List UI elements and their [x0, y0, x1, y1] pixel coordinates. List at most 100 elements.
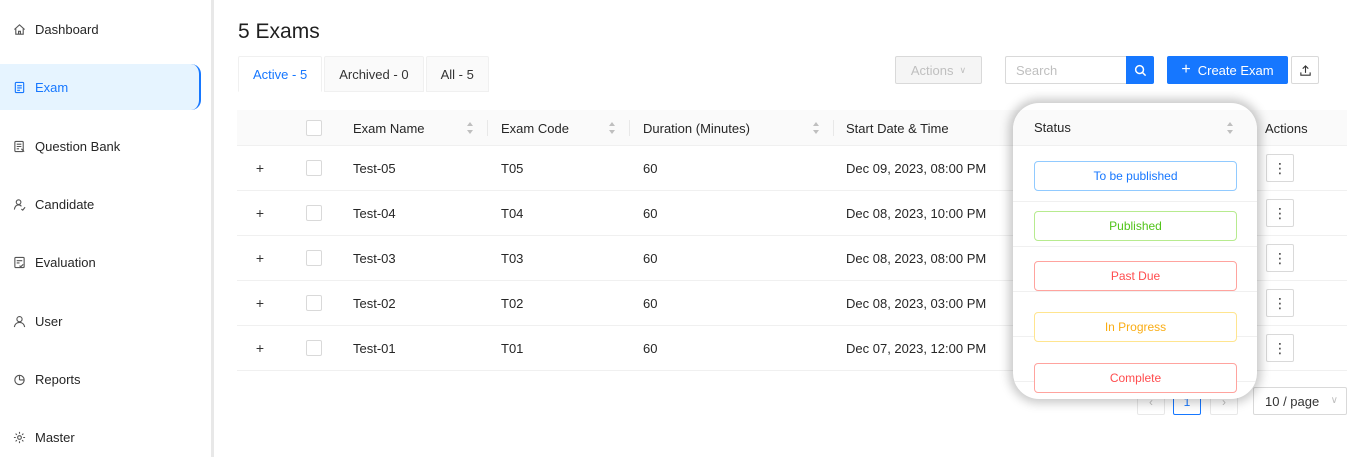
row-divider: [1013, 291, 1257, 292]
column-exam-code[interactable]: Exam Code: [501, 110, 569, 146]
start-date-cell: Dec 08, 2023, 03:00 PM: [846, 296, 987, 311]
sidebar-item-label: Reports: [35, 371, 81, 387]
column-duration[interactable]: Duration (Minutes): [643, 110, 750, 146]
expand-row-icon[interactable]: +: [253, 160, 267, 176]
row-checkbox[interactable]: [306, 205, 322, 221]
duration-cell: 60: [643, 251, 658, 266]
page-title: 5 Exams: [238, 20, 320, 43]
duration-cell: 60: [643, 296, 658, 311]
status-badge-in-progress: In Progress: [1034, 312, 1237, 342]
user-icon: [12, 314, 26, 328]
start-date-cell: Dec 09, 2023, 08:00 PM: [846, 161, 987, 176]
status-badge-past-due: Past Due: [1034, 261, 1237, 291]
column-start-date[interactable]: Start Date & Time: [846, 110, 949, 146]
row-more-button[interactable]: ⋮: [1266, 154, 1294, 182]
search-input[interactable]: [1005, 56, 1126, 84]
question-bank-icon: [12, 139, 26, 153]
page-size-select[interactable]: 10 / page ∨: [1253, 387, 1347, 415]
column-actions: Actions: [1265, 120, 1308, 136]
row-more-button[interactable]: ⋮: [1266, 289, 1294, 317]
sidebar-item-label: Evaluation: [35, 254, 96, 270]
sidebar-item-question-bank[interactable]: Question Bank: [0, 123, 201, 169]
column-divider: [833, 120, 834, 136]
sidebar-item-label: User: [35, 313, 63, 329]
tab-archived[interactable]: Archived - 0: [324, 56, 424, 92]
duration-cell: 60: [643, 341, 658, 356]
tab-bar: Active - 5 Archived - 0 All - 5: [238, 56, 491, 92]
sidebar-item-label: Dashboard: [35, 21, 99, 37]
row-more-button[interactable]: ⋮: [1266, 199, 1294, 227]
chevron-down-icon: ∨: [959, 64, 967, 75]
duration-cell: 60: [643, 161, 658, 176]
candidate-icon: [12, 197, 26, 211]
row-checkbox[interactable]: [306, 340, 322, 356]
sidebar-item-user[interactable]: User: [0, 298, 201, 344]
search-icon: [1134, 64, 1146, 76]
column-divider: [487, 120, 488, 136]
sort-icon[interactable]: [466, 122, 474, 134]
exam-name-cell: Test-04: [353, 206, 396, 221]
sidebar-item-label: Question Bank: [35, 138, 121, 154]
search-box: [1005, 56, 1154, 84]
column-divider: [629, 120, 630, 136]
exam-name-cell: Test-03: [353, 251, 396, 266]
sidebar-item-exam[interactable]: Exam: [0, 64, 201, 110]
sidebar-item-label: Master: [35, 429, 75, 445]
sidebar-item-label: Candidate: [35, 196, 95, 212]
exam-code-cell: T01: [501, 341, 524, 356]
plus-icon: +: [1181, 61, 1191, 78]
status-badge-published: Published: [1034, 211, 1237, 241]
search-button[interactable]: [1126, 56, 1154, 84]
sidebar: Dashboard Exam Question Bank Candidate E…: [0, 0, 214, 457]
expand-row-icon[interactable]: +: [253, 295, 267, 311]
row-divider: [1013, 246, 1257, 247]
sidebar-item-dashboard[interactable]: Dashboard: [0, 6, 201, 52]
column-exam-name[interactable]: Exam Name: [353, 110, 425, 146]
expand-row-icon[interactable]: +: [253, 250, 267, 266]
pie-chart-icon: [12, 372, 26, 386]
status-column-header[interactable]: Status: [1013, 110, 1257, 146]
row-checkbox[interactable]: [306, 295, 322, 311]
tab-all[interactable]: All - 5: [425, 56, 489, 92]
exam-code-cell: T02: [501, 296, 524, 311]
expand-row-icon[interactable]: +: [253, 340, 267, 356]
page-size-value: 10 / page: [1265, 393, 1320, 409]
exam-name-cell: Test-02: [353, 296, 396, 311]
exam-code-cell: T04: [501, 206, 524, 221]
duration-cell: 60: [643, 206, 658, 221]
sidebar-item-label: Exam: [35, 79, 69, 95]
sort-icon[interactable]: [812, 122, 820, 134]
start-date-cell: Dec 08, 2023, 08:00 PM: [846, 251, 987, 266]
exam-name-cell: Test-01: [353, 341, 396, 356]
chevron-down-icon: ∨: [1330, 395, 1338, 406]
start-date-cell: Dec 08, 2023, 10:00 PM: [846, 206, 987, 221]
row-checkbox[interactable]: [306, 160, 322, 176]
gear-icon: [12, 430, 26, 444]
status-badge-complete: Complete: [1034, 363, 1237, 393]
exam-code-cell: T03: [501, 251, 524, 266]
upload-icon: [1299, 64, 1311, 76]
evaluation-icon: [12, 255, 26, 269]
export-button[interactable]: [1291, 56, 1319, 84]
sidebar-item-reports[interactable]: Reports: [0, 356, 201, 402]
sidebar-item-master[interactable]: Master: [0, 414, 201, 457]
create-exam-button[interactable]: + Create Exam: [1167, 56, 1288, 84]
status-badge-to-be-published: To be published: [1034, 161, 1237, 191]
start-date-cell: Dec 07, 2023, 12:00 PM: [846, 341, 987, 356]
sidebar-item-evaluation[interactable]: Evaluation: [0, 239, 201, 285]
sidebar-item-candidate[interactable]: Candidate: [0, 181, 201, 227]
tab-active[interactable]: Active - 5: [238, 56, 323, 92]
sort-icon[interactable]: [1226, 122, 1234, 134]
exam-code-cell: T05: [501, 161, 524, 176]
bulk-actions-dropdown[interactable]: Actions ∨: [895, 56, 982, 84]
row-more-button[interactable]: ⋮: [1266, 244, 1294, 272]
sort-icon[interactable]: [608, 122, 616, 134]
select-all-checkbox[interactable]: [306, 120, 322, 136]
expand-row-icon[interactable]: +: [253, 205, 267, 221]
row-checkbox[interactable]: [306, 250, 322, 266]
status-column-highlight: Status To be published Published Past Du…: [1013, 103, 1257, 399]
exam-name-cell: Test-05: [353, 161, 396, 176]
actions-label: Actions: [910, 62, 954, 78]
row-more-button[interactable]: ⋮: [1266, 334, 1294, 362]
row-divider: [1013, 201, 1257, 202]
